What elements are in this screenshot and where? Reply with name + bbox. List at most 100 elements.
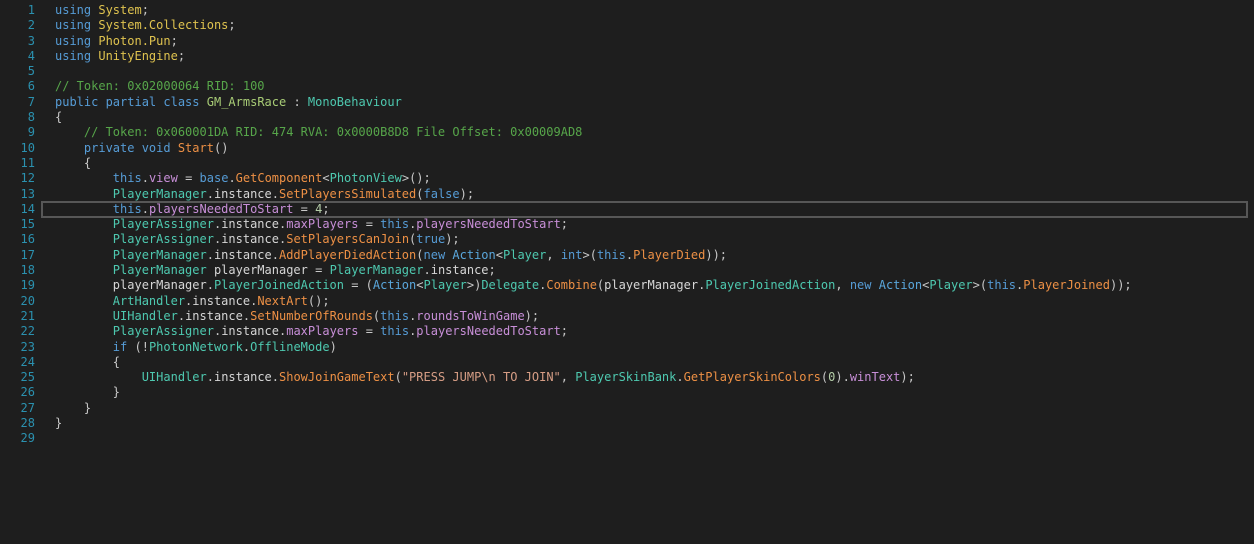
token-punctuation: = [358, 324, 381, 339]
token-punctuation: ); [900, 370, 915, 385]
code-line[interactable]: 25 UIHandler.instance.ShowJoinGameText("… [0, 370, 1254, 385]
code-line[interactable]: 13 PlayerManager.instance.SetPlayersSimu… [0, 187, 1254, 202]
code-line-content[interactable]: // Token: 0x02000064 RID: 100 [55, 79, 265, 94]
code-line-content[interactable]: } [55, 385, 120, 400]
code-line[interactable]: 11 { [0, 156, 1254, 171]
code-line[interactable]: 29 [0, 431, 1254, 446]
line-number: 9 [27, 125, 35, 140]
token-punctuation: . [271, 186, 279, 201]
token-punctuation: : [286, 94, 301, 109]
code-line-content[interactable]: { [55, 110, 62, 125]
code-line[interactable]: 9 // Token: 0x060001DA RID: 474 RVA: 0x0… [0, 125, 1254, 140]
line-number: 15 [20, 217, 35, 232]
token-identifier: instance [213, 247, 272, 262]
token-punctuation: ); [459, 186, 475, 201]
token-type: MonoBehaviour [300, 94, 402, 109]
code-line-content[interactable]: playerManager.PlayerJoinedAction = (Acti… [55, 278, 1132, 293]
code-line-content[interactable]: PlayerManager.instance.SetPlayersSimulat… [55, 187, 474, 202]
code-line-content[interactable]: PlayerAssigner.instance.maxPlayers = thi… [55, 217, 568, 232]
code-line[interactable]: 24 { [0, 355, 1254, 370]
code-line-content[interactable]: using System.Collections; [55, 18, 236, 33]
code-line-content[interactable]: if (!PhotonNetwork.OfflineMode) [55, 340, 337, 355]
code-line[interactable]: 14 this.playersNeededToStart = 4; [0, 200, 1254, 219]
code-line-content[interactable]: UIHandler.instance.ShowJoinGameText("PRE… [55, 370, 915, 385]
token-type: UIHandler [112, 308, 178, 323]
code-line-content[interactable]: using Photon.Pun; [55, 34, 178, 49]
token-type: PlayerManager [329, 263, 424, 278]
line-number: 1 [27, 3, 35, 17]
code-line[interactable]: 2 using System.Collections; [0, 18, 1254, 33]
token-keyword: int [560, 247, 583, 262]
token-punctuation: . [206, 247, 214, 262]
token-punctuation: ); [524, 308, 540, 323]
code-line[interactable]: 1 using System; [0, 3, 1254, 18]
code-line[interactable]: 23 if (!PhotonNetwork.OfflineMode) [0, 340, 1254, 355]
code-line-content[interactable]: using System; [55, 3, 149, 18]
code-line[interactable]: 5 [0, 64, 1254, 79]
code-line[interactable]: 12 this.view = base.GetComponent<PhotonV… [0, 171, 1254, 186]
token-punctuation: ( [416, 186, 424, 201]
code-line[interactable]: 6 // Token: 0x02000064 RID: 100 [0, 79, 1254, 94]
code-line[interactable]: 28} [0, 416, 1254, 431]
code-line[interactable]: 18 PlayerManager playerManager = PlayerM… [0, 263, 1254, 278]
token-delegate: Action [445, 247, 496, 262]
code-line[interactable]: 17 PlayerManager.instance.AddPlayerDiedA… [0, 248, 1254, 263]
code-line-content[interactable]: PlayerAssigner.instance.maxPlayers = thi… [55, 324, 568, 339]
code-line-content[interactable]: // Token: 0x060001DA RID: 474 RVA: 0x000… [55, 125, 583, 140]
code-line[interactable]: 4 using UnityEngine; [0, 49, 1254, 64]
code-editor[interactable]: 1 using System; 2 using System.Collections;… [0, 0, 1254, 544]
code-line-content[interactable]: PlayerManager.instance.AddPlayerDiedActi… [55, 248, 727, 263]
token-punctuation: ; [322, 201, 330, 216]
token-punctuation [55, 171, 113, 185]
line-number: 21 [20, 308, 35, 323]
token-keyword: this [380, 308, 410, 323]
token-punctuation: () [213, 140, 229, 155]
code-line[interactable]: 20 ArtHandler.instance.NextArt(); [0, 294, 1254, 309]
line-number: 16 [20, 232, 35, 247]
code-line[interactable]: 7 public partial class GM_ArmsRace : Mono… [0, 95, 1254, 110]
token-punctuation: ). [835, 370, 850, 385]
token-string: "PRESS JUMP\n TO JOIN" [401, 370, 561, 385]
token-punctuation: ( [416, 247, 424, 262]
token-type: Player [503, 247, 547, 262]
code-line-content[interactable]: private void Start() [55, 140, 229, 156]
token-keyword: true [416, 232, 446, 247]
code-line-content[interactable]: PlayerAssigner.instance.SetPlayersCanJoi… [55, 232, 460, 247]
token-type: PlayerAssigner [112, 217, 214, 232]
token-punctuation: ( [394, 370, 402, 385]
code-line[interactable]: 16 PlayerAssigner.instance.SetPlayersCan… [0, 232, 1254, 247]
line-number: 12 [20, 171, 35, 186]
code-line-content[interactable]: } [55, 401, 91, 416]
code-line[interactable]: 22 PlayerAssigner.instance.maxPlayers = … [0, 324, 1254, 339]
token-punctuation [55, 202, 113, 216]
token-punctuation: < [495, 247, 503, 262]
token-keyword: partial [98, 94, 157, 109]
code-line[interactable]: 3 using Photon.Pun; [0, 34, 1254, 49]
token-type: PlayerManager [112, 247, 207, 262]
line-number: 13 [20, 186, 35, 201]
code-line-content[interactable]: public partial class GM_ArmsRace : MonoB… [55, 95, 402, 110]
code-line-content[interactable]: UIHandler.instance.SetNumberOfRounds(thi… [55, 309, 539, 324]
token-punctuation: , [560, 370, 576, 385]
code-line-content[interactable]: PlayerManager playerManager = PlayerMana… [55, 263, 496, 278]
code-line[interactable]: 21 UIHandler.instance.SetNumberOfRounds(… [0, 309, 1254, 324]
token-punctuation [55, 340, 113, 354]
code-line[interactable]: 8{ [0, 110, 1254, 125]
code-line-content[interactable]: } [55, 416, 62, 431]
code-line[interactable]: 15 PlayerAssigner.instance.maxPlayers = … [0, 217, 1254, 232]
code-line-content[interactable]: { [55, 156, 91, 171]
token-method: PlayerDied [633, 247, 706, 262]
code-line-content[interactable]: { [55, 355, 120, 370]
code-line[interactable]: 10 private void Start() [0, 141, 1254, 156]
token-punctuation: . [271, 247, 279, 262]
line-number: 17 [20, 247, 35, 262]
token-namespace: UnityEngine [91, 48, 178, 63]
code-line-content[interactable]: this.view = base.GetComponent<PhotonView… [55, 171, 431, 186]
token-punctuation [55, 141, 84, 155]
code-line[interactable]: 19 playerManager.PlayerJoinedAction = (A… [0, 278, 1254, 293]
code-line[interactable]: 27 } [0, 401, 1254, 416]
code-line-content[interactable]: ArtHandler.instance.NextArt(); [55, 294, 330, 309]
code-line-content[interactable]: this.playersNeededToStart = 4; [55, 202, 330, 217]
code-line-content[interactable]: using UnityEngine; [55, 49, 185, 64]
code-line[interactable]: 26 } [0, 385, 1254, 400]
